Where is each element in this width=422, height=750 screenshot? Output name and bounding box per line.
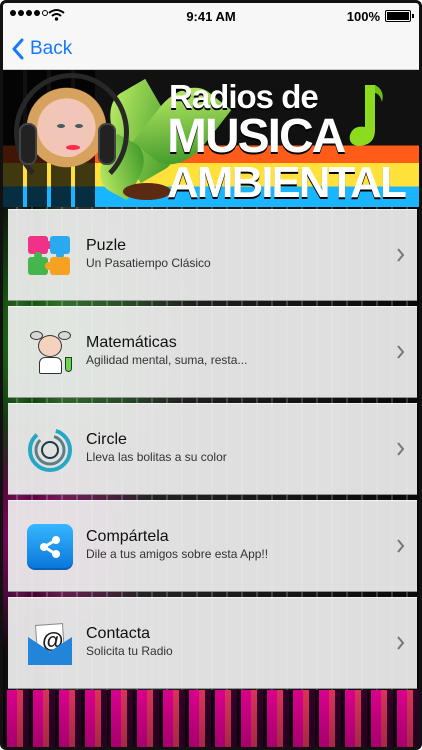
menu-item-subtitle: Un Pasatiempo Clásico	[86, 256, 211, 270]
battery-percentage: 100%	[346, 9, 380, 24]
scientist-icon	[24, 327, 76, 379]
menu-item-subtitle: Solicita tu Radio	[86, 644, 173, 658]
plant-soil-icon	[123, 183, 171, 200]
menu-item-share[interactable]: Compártela Dile a tus amigos sobre esta …	[8, 500, 417, 592]
banner-title-large-second-line: AMBIENTAL	[167, 158, 407, 207]
menu-item-subtitle: Agilidad mental, suma, resta...	[86, 353, 248, 367]
back-button[interactable]: Back	[11, 38, 72, 60]
menu-item-circle[interactable]: Circle Lleva las bolitas a su color	[8, 403, 417, 495]
music-note-icon	[349, 85, 383, 146]
menu-item-title: Circle	[86, 431, 127, 448]
bottom-equalizer-background	[3, 690, 419, 747]
chevron-left-icon	[12, 38, 24, 60]
circle-icon	[24, 424, 76, 476]
woman-headphones-icon	[14, 73, 129, 192]
battery-icon	[385, 10, 414, 22]
menu-item-math[interactable]: Matemáticas Agilidad mental, suma, resta…	[8, 306, 417, 398]
menu-item-title: Matemáticas	[86, 334, 177, 351]
mail-icon: @	[24, 618, 76, 670]
menu-item-title: Contacta	[86, 625, 151, 642]
menu-item-puzzle[interactable]: Puzle Un Pasatiempo Clásico	[8, 209, 417, 301]
back-label: Back	[30, 38, 73, 59]
menu-item-title: Compártela	[86, 528, 169, 545]
puzzle-icon	[24, 230, 76, 282]
chevron-right-icon	[397, 636, 405, 650]
music-banner: Radios de MUSICA AMBIENTAL	[3, 70, 419, 207]
menu-item-subtitle: Lleva las bolitas a su color	[86, 450, 227, 464]
chevron-right-icon	[397, 345, 405, 359]
status-bar: 9:41 AM 100%	[3, 3, 419, 29]
chevron-right-icon	[397, 539, 405, 553]
chevron-right-icon	[397, 442, 405, 456]
share-icon	[24, 521, 76, 573]
menu-item-contact[interactable]: @ Contacta Solicita tu Radio	[8, 597, 417, 689]
menu-item-title: Puzle	[86, 237, 127, 254]
navigation-bar: Back	[3, 29, 419, 70]
phone-screen: 9:41 AM 100% Back Radios de MUSICA AMBIE…	[0, 0, 422, 750]
menu-item-subtitle: Dile a tus amigos sobre esta App!!	[86, 547, 269, 561]
chevron-right-icon	[397, 248, 405, 262]
